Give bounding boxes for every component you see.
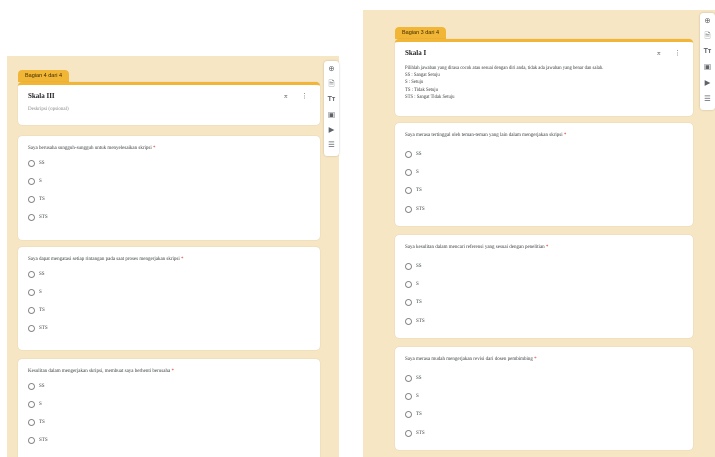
add-question-icon[interactable]: ⊕ bbox=[700, 16, 715, 25]
section-description[interactable]: Pilihlah jawaban yang dirasa cocok atau … bbox=[405, 65, 603, 101]
radio-circle-icon[interactable] bbox=[28, 160, 35, 167]
radio-circle-icon[interactable] bbox=[405, 206, 412, 213]
required-asterisk: * bbox=[545, 245, 549, 250]
required-asterisk: * bbox=[563, 133, 567, 138]
radio-circle-icon[interactable] bbox=[28, 307, 35, 314]
radio-option[interactable]: SS bbox=[405, 263, 422, 270]
question-title: Saya merasa tertinggal oleh teman-teman … bbox=[405, 133, 567, 138]
radio-circle-icon[interactable] bbox=[405, 187, 412, 194]
section-header-card[interactable]: Skala III ⌅ ⋮ Deskripsi (opsional) bbox=[18, 82, 320, 125]
radio-circle-icon[interactable] bbox=[405, 430, 412, 437]
required-asterisk: * bbox=[181, 257, 184, 262]
collapse-icon[interactable]: ⌅ bbox=[283, 92, 289, 100]
section-title[interactable]: Skala I bbox=[405, 49, 426, 57]
radio-circle-icon[interactable] bbox=[405, 375, 412, 382]
section-header-card[interactable]: Skala I ⌅ ⋮ Pilihlah jawaban yang dirasa… bbox=[395, 39, 693, 116]
radio-circle-icon[interactable] bbox=[405, 263, 412, 270]
add-image-icon[interactable]: ▣ bbox=[324, 110, 339, 119]
add-video-icon[interactable]: ▶ bbox=[700, 78, 715, 87]
add-title-icon[interactable]: Tт bbox=[324, 95, 339, 104]
radio-option[interactable]: TS bbox=[405, 411, 422, 418]
question-card[interactable]: Saya merasa tertinggal oleh teman-teman … bbox=[395, 123, 693, 226]
section-tab-3: Bagian 3 dari 4 bbox=[395, 27, 446, 39]
radio-option[interactable]: S bbox=[28, 401, 42, 408]
question-title: Saya merasa mudah mengerjakan revisi dar… bbox=[405, 357, 537, 362]
radio-option[interactable]: SS bbox=[28, 383, 45, 390]
radio-option[interactable]: TS bbox=[28, 196, 45, 203]
radio-circle-icon[interactable] bbox=[28, 419, 35, 426]
radio-option[interactable]: SS bbox=[28, 271, 45, 278]
required-asterisk: * bbox=[534, 357, 537, 362]
right-form-panel: Bagian 3 dari 4 Skala I ⌅ ⋮ Pilihlah jaw… bbox=[363, 10, 715, 457]
radio-option[interactable]: SS bbox=[28, 160, 45, 167]
question-card[interactable]: Kesulitan dalam mengerjakan skripsi, mem… bbox=[18, 359, 320, 457]
radio-option[interactable]: TS bbox=[28, 307, 45, 314]
radio-option[interactable]: S bbox=[405, 169, 419, 176]
floating-toolbar: ⊕ 🗎 Tт ▣ ▶ ☰ bbox=[324, 61, 339, 156]
radio-circle-icon[interactable] bbox=[405, 169, 412, 176]
radio-circle-icon[interactable] bbox=[28, 401, 35, 408]
add-section-icon[interactable]: ☰ bbox=[324, 140, 339, 149]
radio-option[interactable]: TS bbox=[28, 419, 45, 426]
section-description-field[interactable]: Deskripsi (opsional) bbox=[28, 107, 69, 112]
required-asterisk: * bbox=[171, 369, 174, 374]
collapse-icon[interactable]: ⌅ bbox=[656, 49, 662, 57]
add-title-icon[interactable]: Tт bbox=[700, 47, 715, 56]
radio-option[interactable]: S bbox=[405, 281, 419, 288]
radio-option[interactable]: SS bbox=[405, 375, 422, 382]
radio-option[interactable]: STS bbox=[405, 430, 425, 437]
left-form-panel: Bagian 4 dari 4 Skala III ⌅ ⋮ Deskripsi … bbox=[7, 56, 339, 457]
radio-circle-icon[interactable] bbox=[405, 151, 412, 158]
radio-option[interactable]: STS bbox=[28, 325, 48, 332]
question-title: Saya dapat mengatasi setiap rintangan pa… bbox=[28, 257, 184, 262]
radio-option[interactable]: TS bbox=[405, 187, 422, 194]
more-vert-icon[interactable]: ⋮ bbox=[301, 92, 308, 100]
floating-toolbar: ⊕ 🗎 Tт ▣ ▶ ☰ bbox=[700, 13, 715, 110]
radio-circle-icon[interactable] bbox=[405, 281, 412, 288]
radio-circle-icon[interactable] bbox=[405, 318, 412, 325]
radio-circle-icon[interactable] bbox=[28, 196, 35, 203]
add-video-icon[interactable]: ▶ bbox=[324, 125, 339, 134]
radio-option[interactable]: S bbox=[28, 289, 42, 296]
radio-circle-icon[interactable] bbox=[405, 299, 412, 306]
add-section-icon[interactable]: ☰ bbox=[700, 94, 715, 103]
radio-circle-icon[interactable] bbox=[405, 393, 412, 400]
radio-circle-icon[interactable] bbox=[28, 271, 35, 278]
radio-option[interactable]: S bbox=[405, 393, 419, 400]
radio-circle-icon[interactable] bbox=[405, 411, 412, 418]
import-questions-icon[interactable]: 🗎 bbox=[700, 31, 715, 40]
question-card[interactable]: Saya berusaha sungguh-sungguh untuk meny… bbox=[18, 136, 320, 240]
radio-option[interactable]: SS bbox=[405, 151, 422, 158]
section-tab-4: Bagian 4 dari 4 bbox=[18, 70, 69, 82]
radio-option[interactable]: TS bbox=[405, 299, 422, 306]
add-image-icon[interactable]: ▣ bbox=[700, 62, 715, 71]
radio-circle-icon[interactable] bbox=[28, 437, 35, 444]
radio-option[interactable]: STS bbox=[28, 437, 48, 444]
radio-circle-icon[interactable] bbox=[28, 289, 35, 296]
radio-circle-icon[interactable] bbox=[28, 178, 35, 185]
question-card[interactable]: Saya merasa mudah mengerjakan revisi dar… bbox=[395, 347, 693, 450]
radio-circle-icon[interactable] bbox=[28, 325, 35, 332]
question-card[interactable]: Saya kesulitan dalam mencari referensi y… bbox=[395, 235, 693, 338]
import-questions-icon[interactable]: 🗎 bbox=[324, 79, 339, 88]
radio-option[interactable]: S bbox=[28, 178, 42, 185]
radio-circle-icon[interactable] bbox=[28, 383, 35, 390]
question-title: Saya berusaha sungguh-sungguh untuk meny… bbox=[28, 146, 156, 151]
required-asterisk: * bbox=[152, 146, 156, 151]
add-question-icon[interactable]: ⊕ bbox=[324, 64, 339, 73]
question-title: Kesulitan dalam mengerjakan skripsi, mem… bbox=[28, 369, 174, 374]
question-title: Saya kesulitan dalam mencari referensi y… bbox=[405, 245, 549, 250]
question-card[interactable]: Saya dapat mengatasi setiap rintangan pa… bbox=[18, 247, 320, 350]
radio-option[interactable]: STS bbox=[405, 318, 425, 325]
more-vert-icon[interactable]: ⋮ bbox=[674, 49, 681, 57]
radio-option[interactable]: STS bbox=[405, 206, 425, 213]
section-title[interactable]: Skala III bbox=[28, 92, 55, 100]
radio-circle-icon[interactable] bbox=[28, 214, 35, 221]
radio-option[interactable]: STS bbox=[28, 214, 48, 221]
